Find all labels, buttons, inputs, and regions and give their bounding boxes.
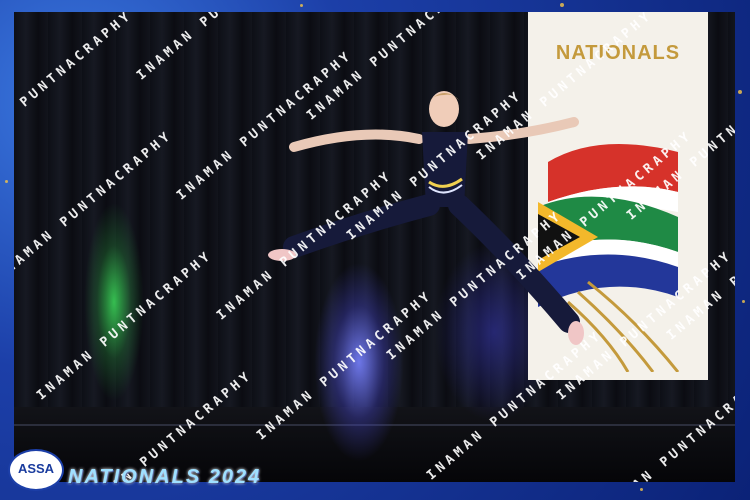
banner-title: NATIONALS — [555, 42, 681, 64]
logo-text: ASSA — [17, 461, 55, 476]
green-stage-light — [84, 202, 144, 402]
event-title: NATIONALS 2024 — [68, 466, 262, 488]
stage-photo: NATIONALS INAMAN PUNTNACRAPHY INAMAN PUN… — [14, 12, 735, 482]
dancer-figure — [268, 91, 584, 345]
assa-logo: ASSA — [8, 449, 64, 491]
